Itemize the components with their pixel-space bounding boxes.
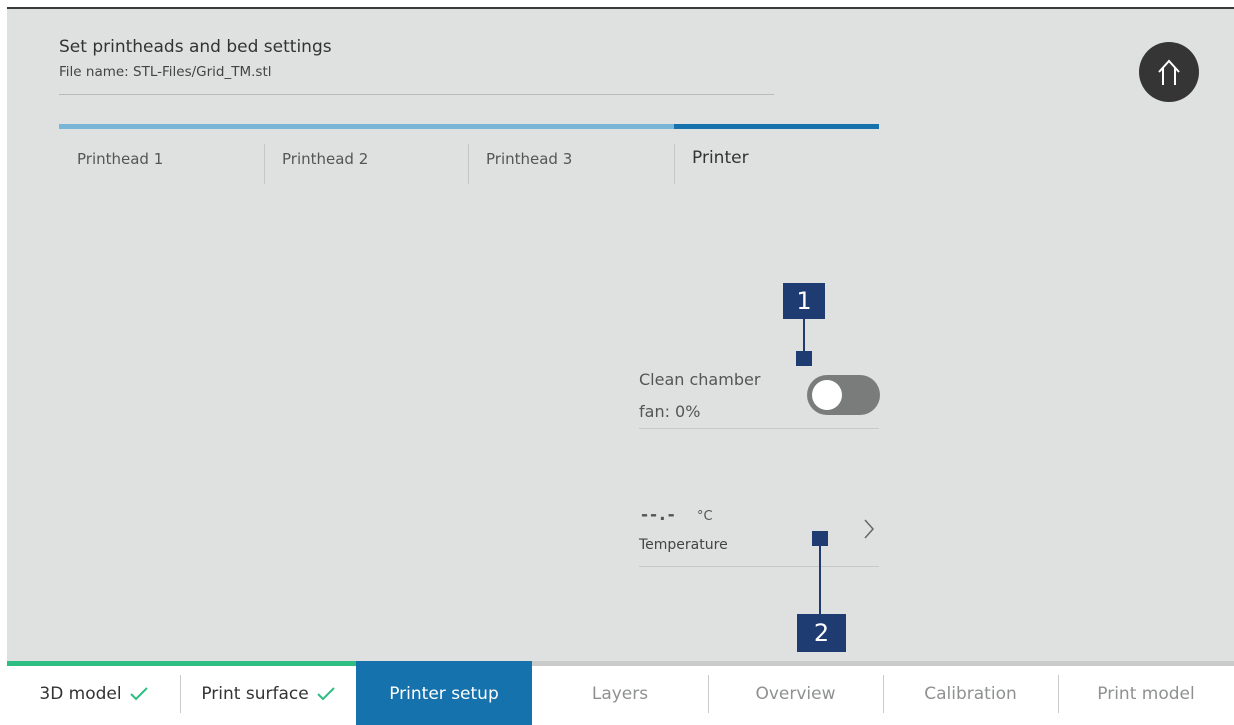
clean-chamber-fan-setting: Clean chamber fan: 0% [639, 364, 880, 429]
fan-label-line-2: fan: 0% [639, 402, 701, 421]
step-label: Layers [591, 684, 649, 704]
tab-printhead-1[interactable]: Printhead 1 [59, 124, 264, 184]
home-button[interactable] [1139, 42, 1199, 102]
checkmark-icon [129, 687, 148, 701]
step-label: Printer setup [389, 684, 499, 704]
tab-divider [674, 144, 675, 184]
tab-indicator [264, 124, 468, 129]
callout-marker-1: 1 [783, 283, 825, 319]
page-header: Set printheads and bed settings File nam… [59, 37, 774, 95]
temperature-setting[interactable]: --.- °C Temperature [639, 499, 879, 567]
callout-line-1 [803, 319, 805, 353]
callout-anchor-1 [796, 351, 812, 366]
tab-printer[interactable]: Printer [674, 124, 879, 184]
checkmark-icon [316, 687, 335, 701]
chevron-right-icon [864, 519, 875, 539]
home-icon [1158, 59, 1180, 85]
tab-indicator [674, 124, 879, 129]
tab-printhead-2[interactable]: Printhead 2 [264, 124, 468, 184]
tab-label: Printer [692, 148, 749, 168]
tab-printhead-3[interactable]: Printhead 3 [468, 124, 674, 184]
step-print-surface[interactable]: Print surface [180, 661, 356, 725]
tab-indicator [468, 124, 674, 129]
temperature-value: --.- [641, 505, 677, 525]
step-3d-model[interactable]: 3D model [7, 661, 180, 725]
fan-label-line-1: Clean chamber [639, 370, 761, 389]
step-print-model[interactable]: Print model [1058, 661, 1234, 725]
callout-line-2 [819, 544, 821, 614]
temperature-unit: °C [697, 509, 713, 524]
tab-indicator [59, 124, 264, 129]
tab-divider [264, 144, 265, 184]
fan-toggle[interactable] [807, 375, 880, 415]
app-screen: Set printheads and bed settings File nam… [7, 7, 1234, 725]
file-name: File name: STL-Files/Grid_TM.stl [59, 64, 272, 80]
tab-divider [468, 144, 469, 184]
step-divider [1058, 675, 1059, 713]
workflow-bar: 3D model Print surface Printer setup Lay… [7, 661, 1234, 725]
callout-anchor-2 [812, 531, 828, 546]
step-divider [883, 675, 884, 713]
step-calibration[interactable]: Calibration [883, 661, 1058, 725]
toggle-knob [812, 380, 842, 410]
page-title: Set printheads and bed settings [59, 37, 332, 57]
fan-label: Clean chamber fan: 0% [639, 364, 760, 428]
callout-marker-2: 2 [797, 614, 846, 652]
step-layers[interactable]: Layers [532, 661, 708, 725]
step-printer-setup[interactable]: Printer setup [356, 661, 532, 725]
step-label: Overview [755, 684, 836, 704]
tab-label: Printhead 2 [282, 150, 369, 168]
step-label: Print surface [201, 684, 309, 704]
step-label: 3D model [39, 684, 122, 704]
step-label: Print model [1097, 684, 1195, 704]
step-label: Calibration [924, 684, 1017, 704]
step-divider [708, 675, 709, 713]
printhead-tabs: Printhead 1 Printhead 2 Printhead 3 Prin… [59, 124, 879, 184]
tab-label: Printhead 1 [77, 150, 164, 168]
temperature-label: Temperature [639, 537, 728, 553]
tab-label: Printhead 3 [486, 150, 573, 168]
step-divider [180, 675, 181, 713]
step-overview[interactable]: Overview [708, 661, 883, 725]
